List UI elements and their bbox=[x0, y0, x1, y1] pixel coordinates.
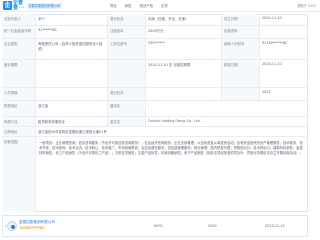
table-row: 注册地址 浙江省杭州市富阳区富春街道江滨西大道57号 bbox=[2, 127, 308, 137]
value-address: 浙江省杭州市富阳区富春街道江滨西大道57号 bbox=[38, 130, 107, 134]
share-ratio: 100% bbox=[153, 224, 163, 228]
top-bar: 企 企查查 Qcc.com 富春控股集团有限公司 同业 风险 知识产权 历史 更… bbox=[0, 0, 320, 12]
value-company-type: 有限责任公司（自然人投资或控股的法人独资） bbox=[36, 39, 108, 59]
subscribed-amount: 2000 bbox=[208, 224, 217, 228]
table-row: 统一社会信用代码 91******8C 注册资本 2000万元 实缴资本 - bbox=[2, 26, 308, 39]
table-row: 法定代表人 张** 登记状态 存续（在营、开业、在册） 成立日期 2020-11… bbox=[2, 14, 308, 26]
label-founded: 成立日期 bbox=[222, 14, 260, 25]
label-tax-id: 纳税人识别号 bbox=[222, 39, 260, 59]
value-credit-code: 91******8C bbox=[36, 26, 108, 38]
company-avatar bbox=[7, 221, 17, 231]
link-history[interactable]: 历史 bbox=[161, 3, 168, 8]
value-former-name: - bbox=[148, 103, 150, 107]
value-reg-authority bbox=[146, 88, 222, 100]
shareholder-code-badge: 91330******8C bbox=[19, 225, 45, 230]
label-industry: 所属行业 bbox=[2, 117, 36, 126]
value-industry: 租赁和商务服务业 bbox=[36, 117, 108, 126]
label-company-type: 企业类型 bbox=[2, 39, 36, 59]
label-blank-1 bbox=[108, 60, 146, 87]
update-time: 更新于 2023 bbox=[297, 4, 316, 8]
table-row: 所属行业 租赁和商务服务业 英文名 Fuchun Holding Group C… bbox=[2, 117, 308, 127]
value-approval-date: 2023-11-10 bbox=[262, 62, 282, 66]
value-business-term-left bbox=[36, 60, 108, 87]
shareholder-name[interactable]: 富春控股集团有限公司 bbox=[19, 220, 55, 225]
value-business-term: 2020-11-10 至 无固定期限 bbox=[146, 60, 222, 87]
company-name-tag: 富春控股集团有限公司 bbox=[27, 2, 62, 9]
label-region: 所属地区 bbox=[2, 101, 36, 116]
label-english-name: 英文名 bbox=[108, 117, 146, 126]
link-same-industry[interactable]: 同业 bbox=[110, 3, 117, 8]
label-former-name: 曾用名 bbox=[108, 101, 146, 116]
shareholder-row[interactable]: ▸ 富春控股集团有限公司 91330******8C 100% 2000 202… bbox=[2, 215, 308, 237]
value-legal-rep[interactable]: 张** bbox=[36, 14, 108, 25]
table-row: 人员规模 登记机关 2023 bbox=[2, 88, 308, 101]
value-status: 存续（在营、开业、在册） bbox=[146, 14, 222, 25]
status-tags: 富春控股集团有限公司 bbox=[27, 2, 62, 9]
value-paid-capital: - bbox=[262, 28, 264, 32]
link-ip[interactable]: 知识产权 bbox=[140, 3, 154, 8]
label-reg-authority: 登记机关 bbox=[108, 88, 146, 100]
label-reg-number: 工商注册号 bbox=[108, 39, 146, 59]
table-row: 所属地区 浙江省 曾用名 - bbox=[2, 101, 308, 117]
link-risk[interactable]: 风险 bbox=[125, 3, 132, 8]
value-business-scope: 一般项目：企业管理咨询；信息咨询服务（不含许可类信息咨询服务）；社会经济咨询服务… bbox=[39, 141, 303, 155]
label-blank-2 bbox=[222, 88, 260, 100]
qcc-logo[interactable]: 企 企查查 Qcc.com bbox=[3, 1, 25, 11]
label-credit-code: 统一社会信用代码 bbox=[2, 26, 36, 38]
logo-mark: 企 bbox=[3, 1, 12, 10]
label-status: 登记状态 bbox=[108, 14, 146, 25]
value-founded: 2020-11-10 bbox=[262, 16, 282, 20]
top-links: 同业 风险 知识产权 历史 bbox=[110, 3, 168, 8]
label-approval-date: 核准日期 bbox=[222, 60, 260, 87]
label-address: 注册地址 bbox=[2, 127, 36, 136]
label-staff-size: 人员规模 bbox=[2, 88, 36, 100]
logo-subtext: Qcc.com bbox=[13, 6, 25, 9]
label-reg-capital: 注册资本 bbox=[108, 26, 146, 38]
value-staff-size bbox=[36, 88, 108, 100]
value-tax-id: 91330******8C bbox=[262, 41, 288, 45]
label-paid-capital: 实缴资本 bbox=[222, 26, 260, 38]
label-business-scope: 经营范围 bbox=[2, 137, 36, 212]
label-legal-rep: 法定代表人 bbox=[2, 14, 36, 25]
table-row: 营业期限 2020-11-10 至 无固定期限 核准日期 2023-11-10 bbox=[2, 60, 308, 88]
subscribed-date: 2023-11-10 bbox=[265, 224, 285, 228]
value-english-name: Fuchun Holding Group Co., Ltd. bbox=[148, 119, 201, 123]
value-region: 浙江省 bbox=[36, 101, 108, 116]
table-row: 企业类型 有限责任公司（自然人投资或控股的法人独资） 工商注册号 330****… bbox=[2, 39, 308, 60]
label-business-term: 营业期限 bbox=[2, 60, 36, 87]
value-year: 2023 bbox=[262, 90, 271, 94]
table-row-scope: 经营范围 一般项目：企业管理咨询；信息咨询服务（不含许可类信息咨询服务）；社会经… bbox=[2, 137, 308, 212]
value-reg-capital: 2000万元 bbox=[146, 26, 222, 38]
value-reg-number: 330****** bbox=[146, 39, 222, 59]
